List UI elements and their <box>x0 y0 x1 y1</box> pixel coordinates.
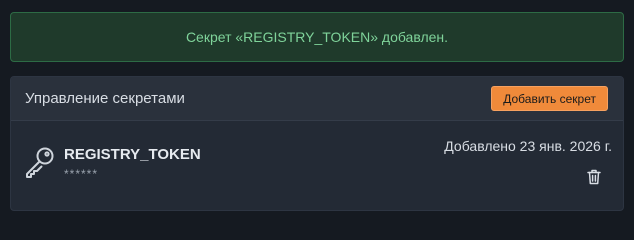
panel-title: Управление секретами <box>25 90 185 107</box>
page: Секрет «REGISTRY_TOKEN» добавлен. Управл… <box>0 0 634 223</box>
key-icon <box>23 145 57 179</box>
secret-list-item: REGISTRY_TOKEN ****** Добавлено 23 янв. … <box>11 121 623 210</box>
delete-secret-button[interactable] <box>585 168 603 186</box>
panel-header: Управление секретами Добавить секрет <box>11 77 623 121</box>
secrets-panel: Управление секретами Добавить секрет REG… <box>10 76 624 211</box>
flash-text: Секрет «REGISTRY_TOKEN» добавлен. <box>185 29 449 45</box>
secret-masked-value: ****** <box>64 167 99 181</box>
secret-added-date: Добавлено 23 янв. 2026 г. <box>444 138 612 154</box>
trash-icon <box>587 169 601 185</box>
secret-name: REGISTRY_TOKEN <box>64 146 201 163</box>
success-flash-message: Секрет «REGISTRY_TOKEN» добавлен. <box>10 12 624 62</box>
add-secret-button[interactable]: Добавить секрет <box>491 86 608 111</box>
